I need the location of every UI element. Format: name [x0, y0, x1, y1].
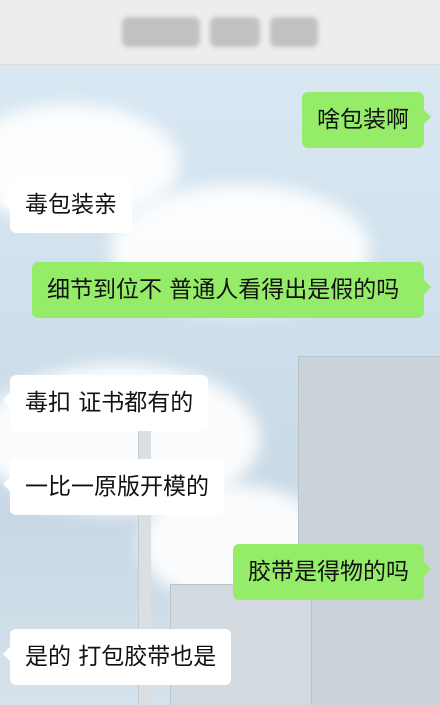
chat-header [0, 0, 440, 65]
blurred-contact-name-part-2 [210, 17, 260, 47]
message-text: 是的 打包胶带也是 [25, 644, 217, 670]
message-bubble-received[interactable]: 一比一原版开模的 [3, 459, 224, 515]
message-text: 胶带是得物的吗 [248, 559, 409, 585]
message-bubble-sent[interactable]: 细节到位不 普通人看得出是假的吗 [32, 262, 431, 318]
message-bubble-sent[interactable]: 啥包装啊 [302, 92, 431, 148]
background-building [298, 356, 440, 705]
message-text: 毒扣 证书都有的 [25, 390, 194, 416]
message-bubble-sent[interactable]: 胶带是得物的吗 [233, 544, 431, 600]
message-bubble-received[interactable]: 是的 打包胶带也是 [2, 629, 232, 685]
message-text: 一比一原版开模的 [25, 474, 209, 500]
message-text: 啥包装啊 [317, 107, 409, 133]
blurred-contact-name-part-1 [122, 17, 200, 47]
message-text: 毒包装亲 [25, 192, 117, 218]
blurred-contact-name-part-3 [270, 17, 318, 47]
message-bubble-received[interactable]: 毒扣 证书都有的 [2, 375, 209, 431]
message-bubble-received[interactable]: 毒包装亲 [3, 177, 132, 233]
message-text: 细节到位不 普通人看得出是假的吗 [47, 277, 400, 303]
